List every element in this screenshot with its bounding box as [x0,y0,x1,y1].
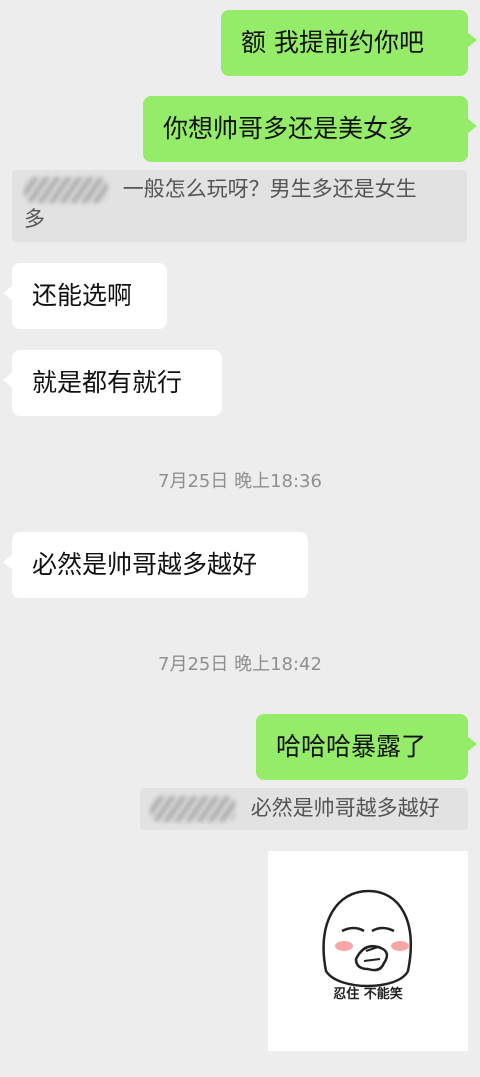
blurred-username [150,796,236,822]
blurred-username [24,177,108,203]
message-bubble-received[interactable]: 必然是帅哥越多越好 [3,532,308,598]
message-text: 额 我提前约你吧 [241,28,424,57]
quote-text: 一般怎么玩呀？男生多还是女生 [122,177,417,201]
sticker-face-icon [322,889,413,988]
quoted-message[interactable]: 一般怎么玩呀？男生多还是女生 多 [12,170,467,242]
quote-text-continuation: 多 [24,207,45,231]
quoted-message[interactable]: 必然是帅哥越多越好 [140,788,468,830]
message-bubble-received[interactable]: 还能选啊 [3,263,167,329]
sticker-image[interactable]: 忍住 不能笑 [268,851,468,1051]
quote-text: 必然是帅哥越多越好 [250,796,440,820]
timestamp: 7月25日 晚上18:36 [158,471,322,492]
sticker-caption: 忍住 不能笑 [333,987,403,1002]
quote-line: 一般怎么玩呀？男生多还是女生 [24,174,455,204]
timestamp: 7月25日 晚上18:42 [158,654,322,675]
message-text: 你想帅哥多还是美女多 [163,114,414,143]
message-bubble-sent[interactable]: 额 我提前约你吧 [221,10,477,76]
message-bubble-sent[interactable]: 哈哈哈暴露了 [256,714,477,780]
message-text: 必然是帅哥越多越好 [32,550,258,579]
message-text: 还能选啊 [32,281,133,310]
message-text: 就是都有就行 [32,368,183,397]
message-text: 哈哈哈暴露了 [276,732,427,761]
message-bubble-sent[interactable]: 你想帅哥多还是美女多 [143,96,477,162]
message-bubble-received[interactable]: 就是都有就行 [3,350,222,416]
